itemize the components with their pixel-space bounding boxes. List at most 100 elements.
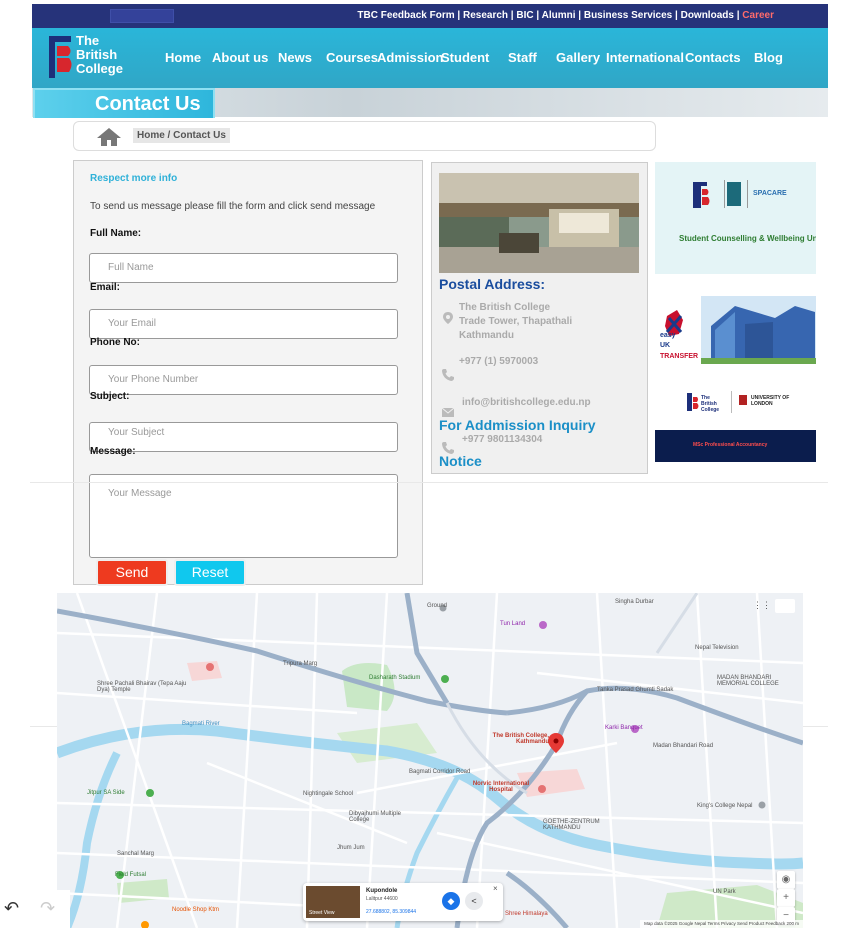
redo-icon[interactable]: ↷ bbox=[40, 898, 55, 919]
map-label: MADAN BHANDARI MEMORIAL COLLEGE bbox=[717, 675, 779, 687]
map-label: Tun Land bbox=[500, 621, 526, 627]
location-pin-icon bbox=[443, 312, 453, 324]
notice-heading[interactable]: Notice bbox=[439, 453, 482, 469]
college-logo[interactable]: The British College bbox=[48, 32, 148, 84]
nav-about-us[interactable]: About us bbox=[212, 50, 268, 65]
main-nav: The British College Home About us News C… bbox=[32, 28, 828, 88]
send-button[interactable]: Send bbox=[96, 559, 168, 586]
page-title-tab: Contact Us bbox=[33, 88, 215, 118]
street-view-label: Street View bbox=[309, 910, 335, 916]
map-label: Jhum Jum bbox=[337, 845, 365, 851]
map-label: Shree Pachali Bhairav (Tepa Aaju Dya) Te… bbox=[97, 681, 187, 693]
map-info-card[interactable]: Street View Kupondole Lalitpur 44600 27.… bbox=[303, 883, 503, 921]
nav-news[interactable]: News bbox=[278, 50, 312, 65]
top-link-business-services[interactable]: Business Services bbox=[584, 10, 672, 21]
google-map[interactable]: Singha Durbar Ground Tun Land Nepal Tele… bbox=[57, 593, 803, 928]
undo-icon[interactable]: ↶ bbox=[4, 898, 19, 919]
map-label: GOETHE-ZENTRUM KATHMANDU bbox=[543, 819, 600, 831]
email-address[interactable]: info@britishcollege.edu.np bbox=[462, 396, 591, 410]
message-textarea[interactable]: Your Message bbox=[89, 474, 398, 558]
top-bar-placeholder bbox=[110, 9, 174, 23]
street-view-thumbnail[interactable]: Street View bbox=[306, 886, 360, 918]
nav-courses[interactable]: Courses bbox=[326, 50, 378, 65]
nav-gallery[interactable]: Gallery bbox=[556, 50, 600, 65]
map-label: Bagmati River bbox=[182, 721, 220, 727]
email-label: Email: bbox=[90, 282, 121, 293]
full-name-input[interactable]: Full Name bbox=[89, 253, 398, 283]
top-link-feedback[interactable]: TBC Feedback Form bbox=[357, 10, 454, 21]
top-link-alumni[interactable]: Alumni bbox=[542, 10, 576, 21]
nav-admission[interactable]: Admission bbox=[377, 50, 443, 65]
tbc-logo-icon bbox=[49, 36, 72, 78]
top-bar: TBC Feedback Form | Research | BIC | Alu… bbox=[32, 4, 828, 28]
spacare-tag: SPACARE bbox=[753, 190, 787, 197]
map-label: Tanka Prasad Ghumti Sadak bbox=[597, 687, 674, 693]
full-name-label: Full Name: bbox=[90, 228, 142, 239]
apps-grid-icon[interactable]: ⋮⋮ bbox=[753, 600, 771, 611]
close-icon[interactable]: × bbox=[493, 884, 498, 893]
uol-logo-tbc: The British College bbox=[701, 395, 720, 413]
email-input[interactable]: Your Email bbox=[89, 309, 398, 339]
form-description: To send us message please fill the form … bbox=[90, 201, 376, 212]
uk-transfer-uk: UK bbox=[660, 342, 671, 349]
reset-button[interactable]: Reset bbox=[174, 559, 246, 586]
phone-number[interactable]: +977 (1) 5970003 bbox=[459, 355, 538, 369]
top-links: TBC Feedback Form | Research | BIC | Alu… bbox=[357, 10, 774, 21]
nav-home[interactable]: Home bbox=[165, 50, 201, 65]
home-icon[interactable] bbox=[96, 127, 122, 147]
admission-phone[interactable]: +977 9801134304 bbox=[462, 433, 542, 447]
undo-redo-widget: ↶ ↷ bbox=[0, 890, 70, 930]
map-label: Field Futsal bbox=[115, 872, 147, 878]
phone-label: Phone No: bbox=[90, 337, 140, 348]
map-attribution: Map data ©2025 Google Nepal Terms Privac… bbox=[640, 920, 803, 928]
nav-international[interactable]: International bbox=[606, 50, 684, 65]
breadcrumb-text[interactable]: Home / Contact Us bbox=[133, 128, 230, 143]
separator: | bbox=[672, 10, 681, 21]
banner-university-of-london[interactable]: The British College UNIVERSITY OF LONDON… bbox=[655, 383, 816, 462]
postal-line-2: Trade Tower, Thapathali bbox=[459, 316, 573, 327]
top-link-bic[interactable]: BIC bbox=[516, 10, 533, 21]
banner-uk-transfer[interactable]: easy UK TRANSFER bbox=[655, 296, 816, 381]
map-label: Tripura Marg bbox=[283, 661, 318, 667]
map-label: Singha Durbar bbox=[615, 599, 654, 605]
nav-blog[interactable]: Blog bbox=[754, 50, 783, 65]
zoom-in-button[interactable]: + bbox=[777, 889, 795, 907]
divider bbox=[30, 482, 828, 483]
directions-icon[interactable]: ◆ bbox=[442, 892, 460, 910]
separator: | bbox=[533, 10, 542, 21]
share-icon[interactable]: < bbox=[465, 892, 483, 910]
map-label: Karki Banquet bbox=[605, 725, 643, 731]
nav-contacts[interactable]: Contacts bbox=[685, 50, 741, 65]
place-address: Lalitpur 44600 bbox=[366, 896, 398, 902]
phone-input[interactable]: Your Phone Number bbox=[89, 365, 398, 395]
breadcrumb: Home / Contact Us bbox=[73, 121, 656, 151]
subject-label: Subject: bbox=[90, 391, 130, 402]
separator: | bbox=[454, 10, 463, 21]
top-link-research[interactable]: Research bbox=[463, 10, 508, 21]
counselling-banner-art bbox=[655, 162, 816, 274]
postal-address-heading: Postal Address: bbox=[439, 276, 546, 292]
location-icon[interactable]: ◉ bbox=[777, 871, 795, 889]
uol-course-text: MSc Professional Accountancy bbox=[693, 442, 768, 448]
user-avatar-icon[interactable] bbox=[775, 599, 795, 613]
phone-icon bbox=[442, 369, 454, 381]
logo-line-1: The bbox=[76, 33, 100, 48]
map-label: Jitpur SA Side bbox=[87, 790, 125, 796]
banner-counselling[interactable]: SPACARE Student Counselling & Wellbeing … bbox=[655, 162, 816, 274]
place-coordinates[interactable]: 27.688802, 85.309844 bbox=[366, 909, 416, 915]
nav-staff[interactable]: Staff bbox=[508, 50, 537, 65]
uol-banner-art bbox=[655, 383, 816, 462]
map-label: King's College Nepal bbox=[697, 803, 753, 809]
map-label: Dibyajhumi Multiple College bbox=[349, 811, 402, 823]
page: TBC Feedback Form | Research | BIC | Alu… bbox=[0, 0, 850, 935]
map-label-british-college[interactable]: The British College, Kathmandu bbox=[479, 733, 549, 745]
postal-line-1: The British College bbox=[459, 302, 551, 313]
separator: | bbox=[575, 10, 584, 21]
nav-student[interactable]: Student bbox=[441, 50, 489, 65]
top-link-downloads[interactable]: Downloads bbox=[681, 10, 734, 21]
top-link-career[interactable]: Career bbox=[742, 10, 774, 21]
logo-line-2: British bbox=[76, 47, 118, 62]
map-label: Norvic International Hospital bbox=[472, 781, 530, 793]
message-label: Message: bbox=[90, 446, 136, 457]
contact-form: Respect more info To send us message ple… bbox=[73, 160, 423, 586]
